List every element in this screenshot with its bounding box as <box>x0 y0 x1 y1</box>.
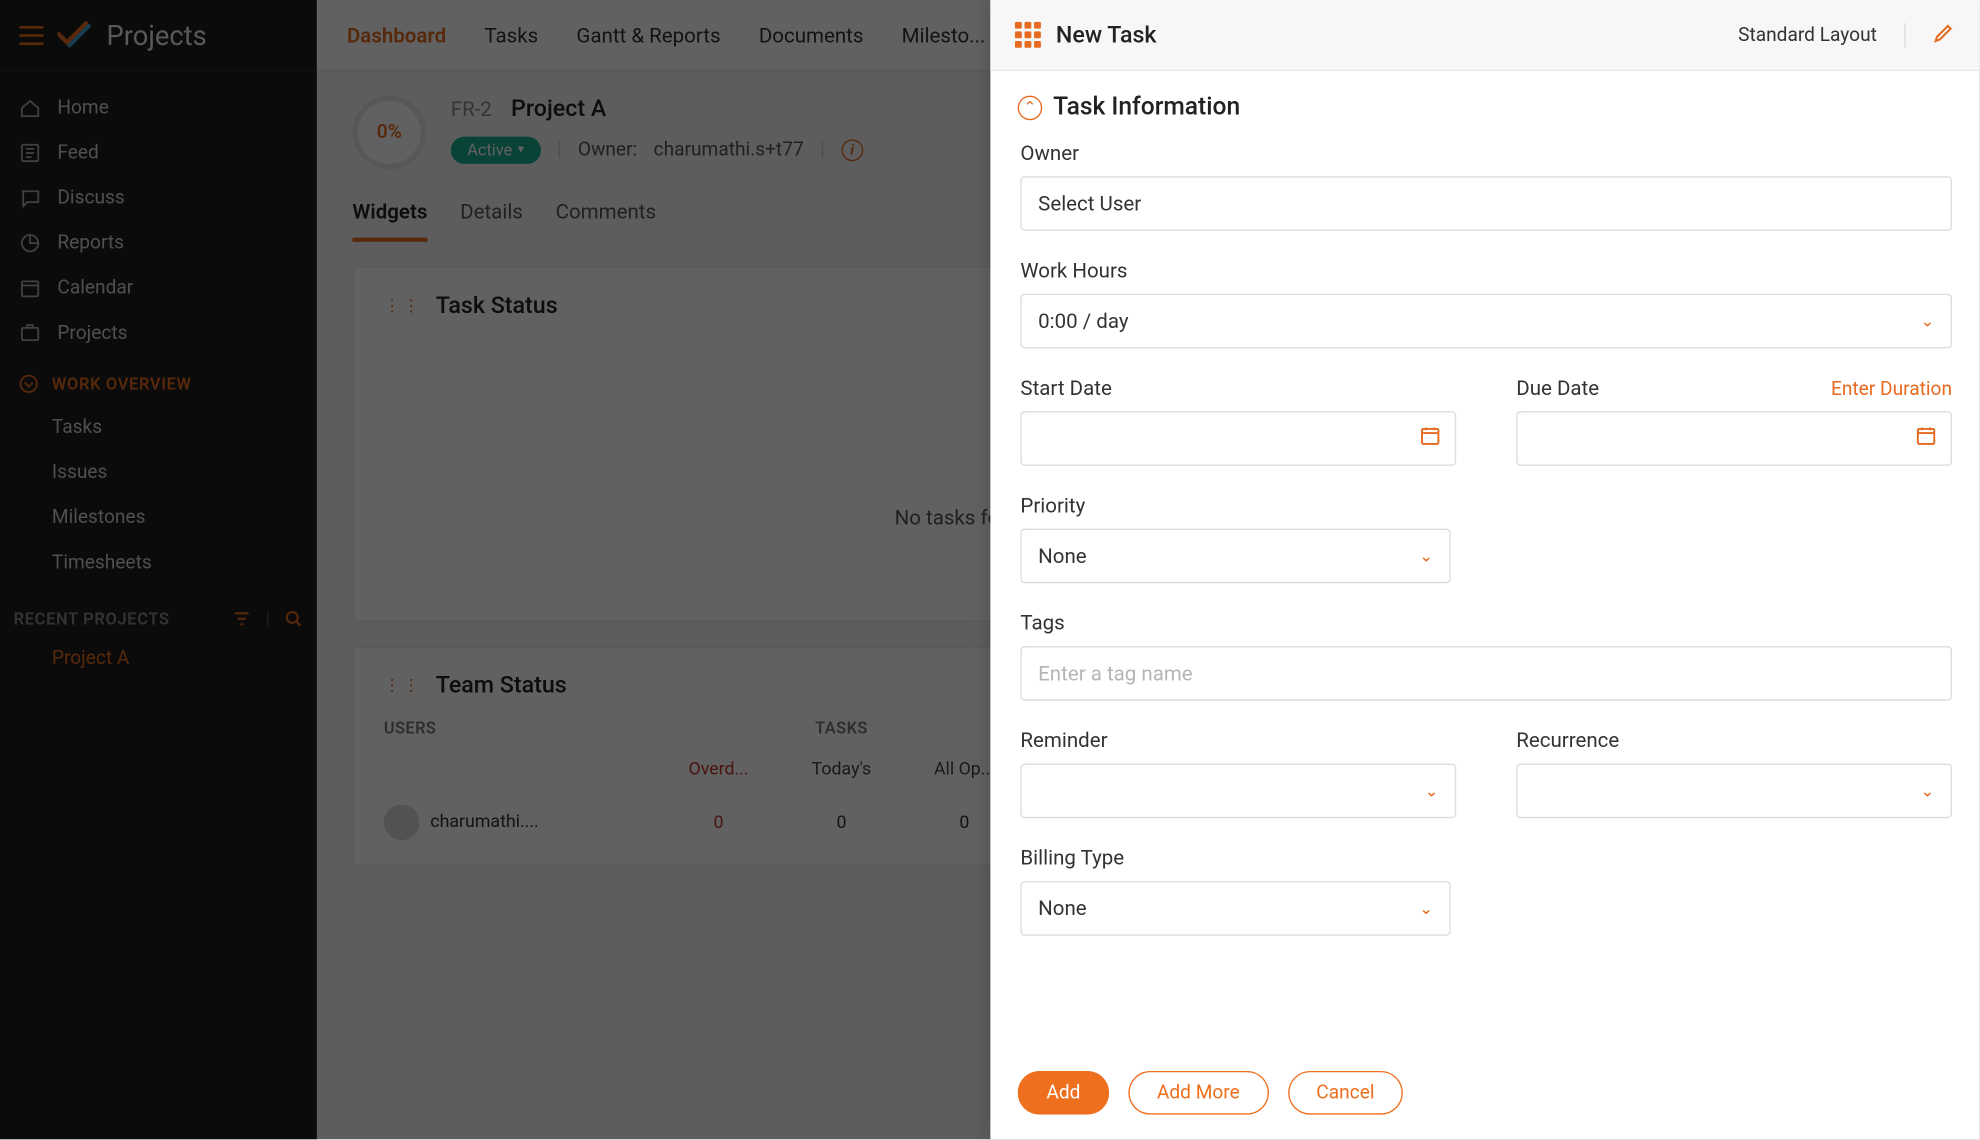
field-tags: Tags <box>1020 611 1952 701</box>
chevron-down-icon: ⌄ <box>1419 899 1433 918</box>
billing-value: None <box>1038 896 1086 921</box>
tags-input-wrapper[interactable] <box>1020 646 1952 701</box>
recurrence-label: Recurrence <box>1516 728 1952 753</box>
field-billing: Billing Type None ⌄ <box>1020 846 1952 936</box>
panel-footer: Add Add More Cancel <box>990 1052 1979 1139</box>
start-date-label: Start Date <box>1020 376 1456 401</box>
add-button[interactable]: Add <box>1018 1071 1109 1115</box>
chevron-down-icon: ⌄ <box>1425 781 1439 800</box>
chevron-down-icon: ⌄ <box>1419 546 1433 565</box>
owner-value: Select User <box>1038 191 1141 216</box>
edit-layout-icon[interactable] <box>1933 21 1955 48</box>
reminder-label: Reminder <box>1020 728 1456 753</box>
work-hours-value: 0:00 / day <box>1038 309 1128 334</box>
section-header[interactable]: ⌃ Task Information <box>1018 93 1952 122</box>
section-title: Task Information <box>1053 93 1240 122</box>
priority-select[interactable]: None ⌄ <box>1020 529 1450 584</box>
field-reminder: Reminder ⌄ <box>1020 728 1456 818</box>
field-due-date: Due Date Enter Duration <box>1516 376 1952 466</box>
reminder-select[interactable]: ⌄ <box>1020 764 1456 819</box>
field-recurrence: Recurrence ⌄ <box>1516 728 1952 818</box>
due-date-label: Due Date <box>1516 376 1599 401</box>
owner-label: Owner <box>1020 141 1952 166</box>
panel-body: ⌃ Task Information Owner Select User Wor… <box>990 71 1979 1052</box>
field-work-hours: Work Hours 0:00 / day ⌄ <box>1020 258 1952 348</box>
field-owner: Owner Select User <box>1020 141 1952 231</box>
priority-label: Priority <box>1020 493 1952 518</box>
start-date-text[interactable] <box>1038 413 1438 465</box>
apps-grid-icon[interactable] <box>1015 21 1042 48</box>
chevron-down-icon: ⌄ <box>1921 781 1935 800</box>
button-label: Add More <box>1157 1082 1240 1104</box>
due-date-text[interactable] <box>1534 413 1934 465</box>
start-date-input[interactable] <box>1020 411 1456 466</box>
calendar-icon[interactable] <box>1915 425 1937 452</box>
tags-label: Tags <box>1020 611 1952 636</box>
work-hours-select[interactable]: 0:00 / day ⌄ <box>1020 294 1952 349</box>
add-more-button[interactable]: Add More <box>1128 1071 1268 1115</box>
button-label: Cancel <box>1316 1082 1374 1104</box>
chevron-down-icon: ⌄ <box>1921 311 1935 330</box>
tags-input[interactable] <box>1038 647 1934 699</box>
field-start-date: Start Date <box>1020 376 1456 466</box>
enter-duration-link[interactable]: Enter Duration <box>1831 378 1952 400</box>
work-hours-label: Work Hours <box>1020 258 1952 283</box>
new-task-panel: New Task Standard Layout ⌃ Task Informat… <box>990 0 1979 1139</box>
panel-title: New Task <box>1056 21 1157 48</box>
recurrence-select[interactable]: ⌄ <box>1516 764 1952 819</box>
due-date-input[interactable] <box>1516 411 1952 466</box>
button-label: Add <box>1046 1082 1080 1104</box>
layout-label[interactable]: Standard Layout <box>1738 24 1877 46</box>
billing-label: Billing Type <box>1020 846 1952 871</box>
task-form: Owner Select User Work Hours 0:00 / day … <box>1018 141 1952 936</box>
panel-header: New Task Standard Layout <box>990 0 1979 71</box>
billing-select[interactable]: None ⌄ <box>1020 881 1450 936</box>
priority-value: None <box>1038 544 1086 569</box>
owner-select[interactable]: Select User <box>1020 176 1952 231</box>
calendar-icon[interactable] <box>1419 425 1441 452</box>
collapse-icon: ⌃ <box>1018 95 1043 120</box>
cancel-button[interactable]: Cancel <box>1288 1071 1404 1115</box>
field-priority: Priority None ⌄ <box>1020 493 1952 583</box>
